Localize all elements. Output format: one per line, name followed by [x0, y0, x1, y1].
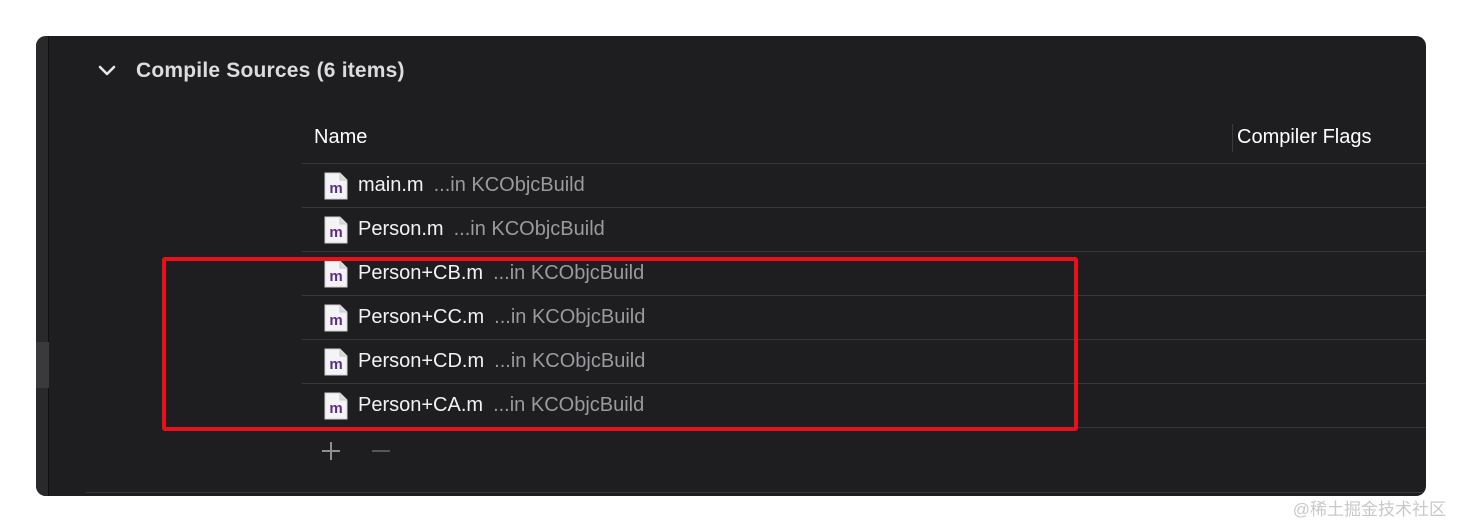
compile-sources-header[interactable]: Compile Sources (6 items) — [96, 56, 405, 86]
build-phases-panel: Compile Sources (6 items) Name Compiler … — [36, 36, 1426, 496]
left-scrollbar[interactable] — [36, 36, 49, 496]
file-name: Person+CA.m ...in KCObjcBuild — [358, 394, 644, 417]
table-row[interactable]: m Person+CA.m ...in KCObjcBuild — [302, 384, 1426, 428]
objc-file-icon: m — [324, 348, 348, 376]
column-header-compiler-flags[interactable]: Compiler Flags — [1237, 126, 1371, 149]
file-path-text: ...in KCObjcBuild — [493, 262, 645, 284]
file-icon-letter: m — [329, 356, 342, 373]
column-divider[interactable] — [1232, 124, 1233, 152]
section-divider — [86, 492, 1426, 493]
file-name: Person+CB.m ...in KCObjcBuild — [358, 262, 644, 285]
minus-icon[interactable] — [370, 440, 392, 462]
file-path-text: ...in KCObjcBuild — [433, 174, 585, 196]
scrollbar-thumb[interactable] — [36, 342, 49, 388]
file-icon-letter: m — [329, 312, 342, 329]
file-path-text: ...in KCObjcBuild — [494, 350, 646, 372]
section-title: Compile Sources (6 items) — [136, 59, 405, 82]
file-icon-letter: m — [329, 180, 342, 197]
file-icon-letter: m — [329, 400, 342, 417]
objc-file-icon: m — [324, 260, 348, 288]
file-icon-letter: m — [329, 224, 342, 241]
file-name: Person.m ...in KCObjcBuild — [358, 218, 605, 241]
chevron-down-icon[interactable] — [96, 60, 118, 82]
table-row[interactable]: m Person+CC.m ...in KCObjcBuild — [302, 296, 1426, 340]
file-path-text: ...in KCObjcBuild — [493, 394, 645, 416]
file-name-text: Person.m — [358, 218, 444, 240]
plus-icon[interactable] — [320, 440, 342, 462]
file-name: main.m ...in KCObjcBuild — [358, 174, 585, 197]
file-path-text: ...in KCObjcBuild — [453, 218, 605, 240]
file-name: Person+CC.m ...in KCObjcBuild — [358, 306, 645, 329]
table-header: Name Compiler Flags — [302, 120, 1426, 164]
file-path-text: ...in KCObjcBuild — [494, 306, 646, 328]
watermark: @稀土掘金技术社区 — [1292, 500, 1446, 519]
file-name-text: Person+CA.m — [358, 394, 484, 416]
column-header-name[interactable]: Name — [314, 126, 367, 149]
table-row[interactable]: m Person+CB.m ...in KCObjcBuild — [302, 252, 1426, 296]
file-name-text: main.m — [358, 174, 424, 196]
compile-sources-table: Name Compiler Flags m main.m ...in KCObjcB… — [302, 120, 1426, 474]
objc-file-icon: m — [324, 392, 348, 420]
table-row[interactable]: m main.m ...in KCObjcBuild — [302, 164, 1426, 208]
file-name-text: Person+CB.m — [358, 262, 484, 284]
objc-file-icon: m — [324, 216, 348, 244]
table-row[interactable]: m Person+CD.m ...in KCObjcBuild — [302, 340, 1426, 384]
objc-file-icon: m — [324, 172, 348, 200]
file-name-text: Person+CC.m — [358, 306, 485, 328]
objc-file-icon: m — [324, 304, 348, 332]
file-name: Person+CD.m ...in KCObjcBuild — [358, 350, 645, 373]
file-name-text: Person+CD.m — [358, 350, 485, 372]
file-icon-letter: m — [329, 268, 342, 285]
table-toolbar — [302, 428, 1426, 474]
table-row[interactable]: m Person.m ...in KCObjcBuild — [302, 208, 1426, 252]
